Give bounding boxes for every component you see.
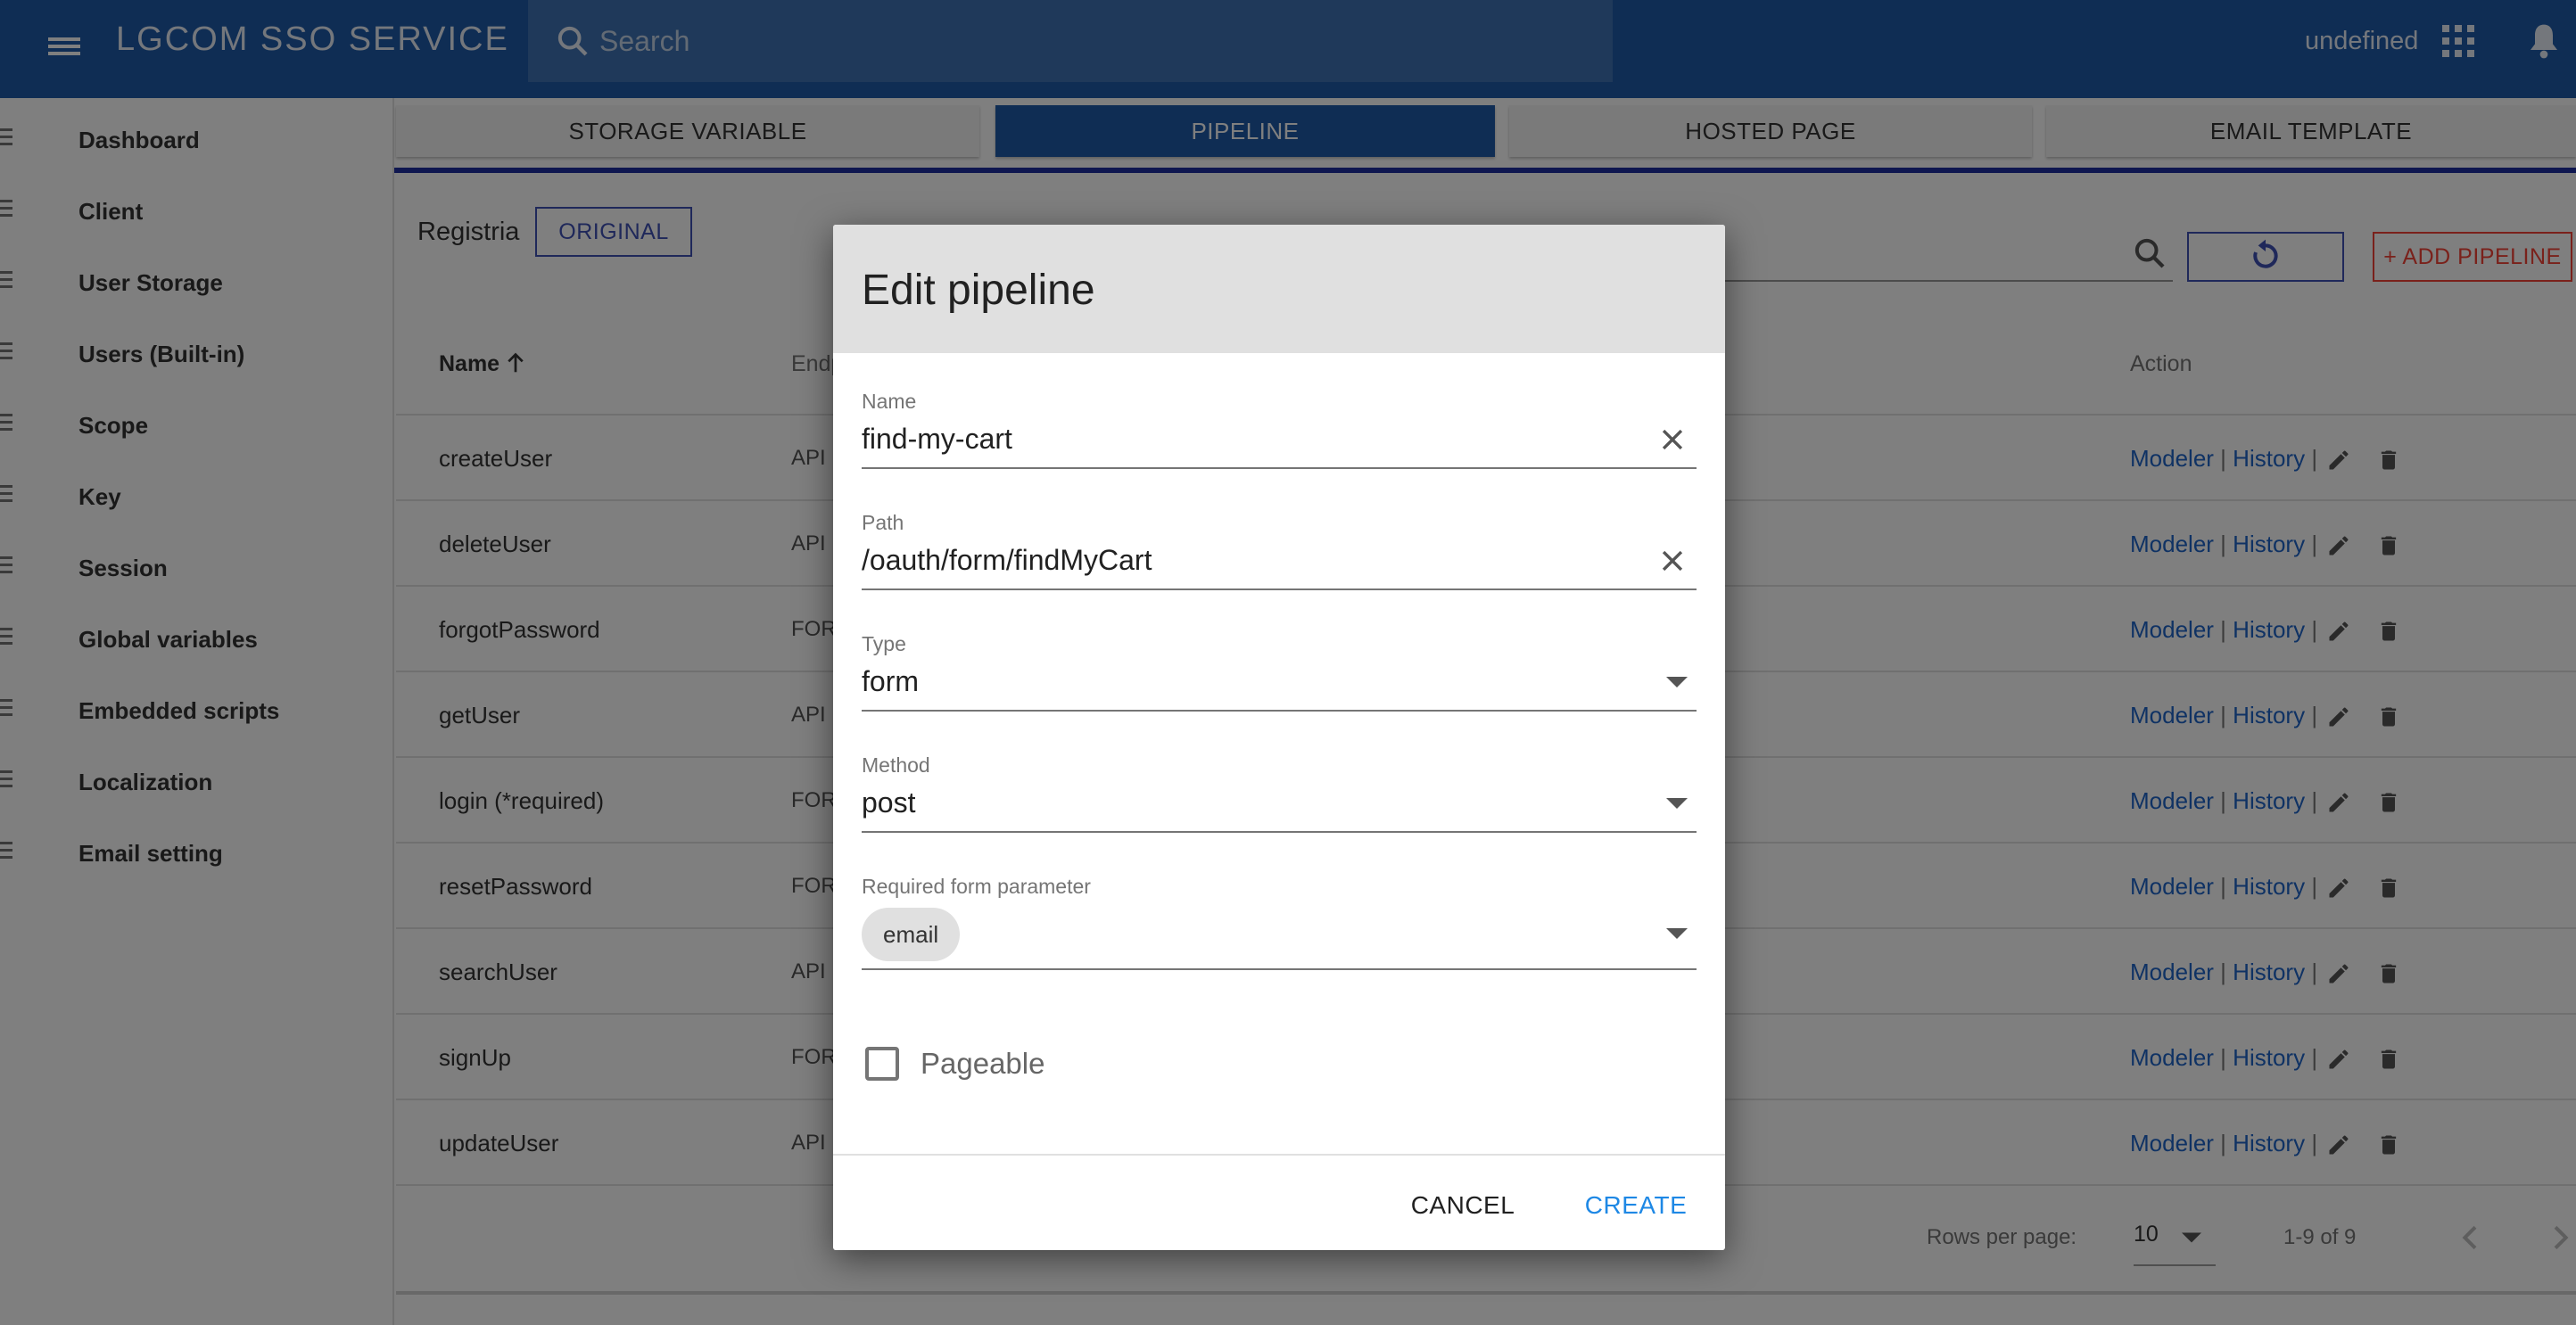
divider [862, 467, 1697, 469]
dialog-header: Edit pipeline [833, 225, 1725, 353]
required-form-parameter-label: Required form parameter [862, 875, 1091, 898]
chevron-down-icon[interactable] [1666, 797, 1688, 810]
path-field[interactable]: Path /oauth/form/findMyCart [862, 510, 1697, 590]
close-icon[interactable] [1657, 546, 1688, 576]
divider [833, 1154, 1725, 1156]
method-value: post [862, 786, 916, 819]
divider [862, 588, 1697, 590]
type-label: Type [862, 632, 906, 655]
pageable-option[interactable]: Pageable [865, 1041, 1222, 1086]
create-button[interactable]: CREATE [1573, 1179, 1698, 1232]
name-field[interactable]: Name find-my-cart [862, 389, 1697, 469]
close-icon[interactable] [1657, 424, 1688, 455]
edit-pipeline-dialog: Edit pipeline Name find-my-cart Path /oa… [833, 225, 1725, 1250]
path-label: Path [862, 511, 904, 534]
divider [862, 968, 1697, 970]
cancel-button[interactable]: CANCEL [1400, 1179, 1525, 1232]
type-value: form [862, 665, 919, 697]
dialog-title: Edit pipeline [862, 267, 1095, 314]
method-label: Method [862, 753, 930, 777]
name-label: Name [862, 390, 917, 413]
parameter-chip[interactable]: email [862, 908, 961, 961]
divider [862, 710, 1697, 712]
path-input[interactable]: /oauth/form/findMyCart [862, 542, 1152, 578]
pageable-label: Pageable [921, 1047, 1045, 1080]
chevron-down-icon[interactable] [1666, 676, 1688, 688]
chevron-down-icon[interactable] [1666, 927, 1688, 940]
divider [862, 831, 1697, 833]
pageable-checkbox[interactable] [865, 1047, 899, 1081]
method-select[interactable]: Method post [862, 753, 1697, 833]
name-input[interactable]: find-my-cart [862, 421, 1012, 457]
type-select[interactable]: Type form [862, 631, 1697, 712]
required-form-parameter-select[interactable]: Required form parameter email [862, 874, 1697, 972]
